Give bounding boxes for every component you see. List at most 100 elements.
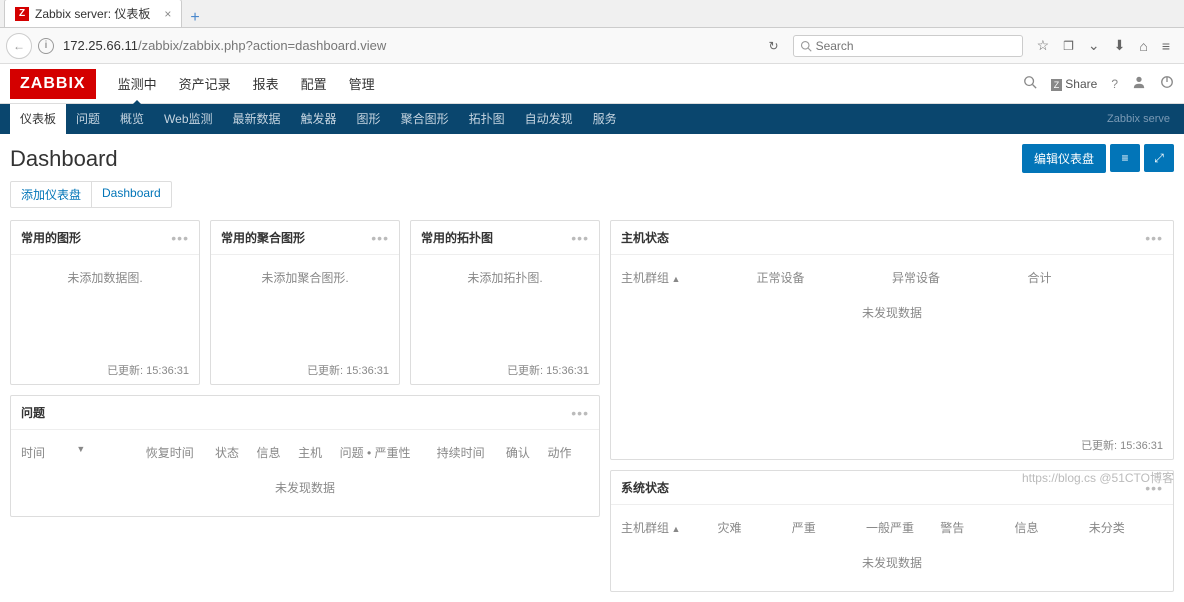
star-icon[interactable]: ☆	[1037, 37, 1050, 54]
col-problem[interactable]: 问题 • 严重性	[340, 444, 437, 461]
col-recovery[interactable]: 恢复时间	[146, 444, 215, 461]
col-warning[interactable]: 警告	[940, 519, 1014, 536]
widget-menu-icon[interactable]: •••	[1145, 230, 1163, 246]
subnav-services[interactable]: 服务	[583, 104, 627, 134]
user-icon[interactable]	[1132, 75, 1146, 92]
list-view-button[interactable]: ≡	[1110, 144, 1140, 172]
widget-title: 问题	[21, 404, 45, 421]
widget-screens: 常用的聚合图形 ••• 未添加聚合图形. 已更新: 15:36:31	[210, 220, 400, 385]
host-status-header: 主机群组 正常设备 异常设备 合计	[621, 265, 1163, 294]
widget-title: 常用的图形	[21, 229, 81, 246]
col-information[interactable]: 信息	[1015, 519, 1089, 536]
refresh-button[interactable]: ↻	[761, 39, 787, 53]
zabbix-logo[interactable]: ZABBIX	[10, 69, 96, 99]
col-total[interactable]: 合计	[1028, 269, 1164, 286]
download-icon[interactable]: ⬇	[1114, 37, 1126, 54]
widget-updated: 已更新: 15:36:31	[611, 431, 1173, 459]
nav-administration[interactable]: 管理	[347, 62, 377, 105]
library-icon[interactable]: ❐	[1063, 39, 1074, 53]
col-not-classified[interactable]: 未分类	[1089, 519, 1163, 536]
col-average[interactable]: 一般严重	[866, 519, 940, 536]
nav-reports[interactable]: 报表	[251, 62, 281, 105]
widget-empty: 未添加聚合图形.	[211, 255, 399, 296]
widget-system-status: 系统状态 ••• 主机群组 灾难 严重 一般严重 警告 信息 未分类 未发现数据	[610, 470, 1174, 592]
col-info[interactable]: 信息	[257, 444, 299, 461]
browser-search-input[interactable]	[816, 39, 1016, 53]
widget-updated: 已更新: 15:36:31	[11, 356, 199, 384]
col-time[interactable]: 时间	[21, 444, 76, 461]
subnav-dashboard[interactable]: 仪表板	[10, 104, 66, 134]
url-bar: ← i 172.25.66.11/zabbix/zabbix.php?actio…	[0, 28, 1184, 64]
browser-toolbar: ☆ ❐ ⌄ ⬇ ⌂ ≡	[1029, 37, 1178, 54]
page-title-row: Dashboard 编辑仪表盘 ≡ ⤢	[10, 144, 1174, 173]
subnav-latest[interactable]: 最新数据	[223, 104, 291, 134]
col-disaster[interactable]: 灾难	[718, 519, 792, 536]
tab-title: Zabbix server: 仪表板	[35, 5, 150, 22]
browser-search-box[interactable]	[793, 35, 1023, 57]
widget-title: 常用的聚合图形	[221, 229, 305, 246]
subnav-problems[interactable]: 问题	[66, 104, 110, 134]
menu-icon[interactable]: ≡	[1162, 38, 1170, 54]
col-without-problems[interactable]: 正常设备	[757, 269, 893, 286]
breadcrumb-current[interactable]: Dashboard	[91, 182, 171, 207]
logout-icon[interactable]	[1160, 75, 1174, 92]
widget-title: 系统状态	[621, 479, 669, 496]
col-actions[interactable]: 动作	[547, 444, 589, 461]
header-search-icon[interactable]	[1023, 75, 1037, 92]
app-header: ZABBIX 监测中 资产记录 报表 配置 管理 ZShare ?	[0, 64, 1184, 104]
widget-menu-icon[interactable]: •••	[171, 230, 189, 246]
problems-nodata: 未发现数据	[21, 469, 589, 506]
col-hostgroup[interactable]: 主机群组	[621, 519, 718, 536]
share-button[interactable]: ZShare	[1051, 77, 1098, 91]
page-title: Dashboard	[10, 146, 118, 172]
col-status[interactable]: 状态	[215, 444, 257, 461]
nav-monitoring[interactable]: 监测中	[116, 62, 159, 105]
widget-title: 常用的拓扑图	[421, 229, 493, 246]
col-host[interactable]: 主机	[298, 444, 340, 461]
widget-title: 主机状态	[621, 229, 669, 246]
nav-inventory[interactable]: 资产记录	[177, 62, 233, 105]
sub-nav: 仪表板 问题 概览 Web监测 最新数据 触发器 图形 聚合图形 拓扑图 自动发…	[0, 104, 1184, 134]
col-ack[interactable]: 确认	[506, 444, 548, 461]
nav-configuration[interactable]: 配置	[299, 62, 329, 105]
subnav-screens[interactable]: 聚合图形	[391, 104, 459, 134]
subnav-maps[interactable]: 拓扑图	[459, 104, 515, 134]
edit-dashboard-button[interactable]: 编辑仪表盘	[1022, 144, 1106, 173]
col-duration[interactable]: 持续时间	[437, 444, 506, 461]
close-icon[interactable]: ×	[164, 7, 171, 21]
widget-menu-icon[interactable]: •••	[371, 230, 389, 246]
breadcrumb: 添加仪表盘 Dashboard	[10, 181, 172, 208]
widget-menu-icon[interactable]: •••	[571, 230, 589, 246]
back-button[interactable]: ←	[6, 33, 32, 59]
subnav-graphs[interactable]: 图形	[347, 104, 391, 134]
fullscreen-button[interactable]: ⤢	[1144, 144, 1174, 172]
widget-problems: 问题••• 时间▼ 恢复时间 状态 信息 主机 问题 • 严重性 持续时间 确认…	[10, 395, 600, 517]
help-button[interactable]: ?	[1111, 77, 1118, 91]
col-high[interactable]: 严重	[792, 519, 866, 536]
subnav-discovery[interactable]: 自动发现	[515, 104, 583, 134]
col-with-problems[interactable]: 异常设备	[892, 269, 1028, 286]
col-hostgroup[interactable]: 主机群组	[621, 269, 757, 286]
widget-empty: 未添加拓扑图.	[411, 255, 599, 296]
breadcrumb-add[interactable]: 添加仪表盘	[11, 182, 91, 207]
zabbix-favicon: Z	[15, 7, 29, 21]
address-bar[interactable]: 172.25.66.11/zabbix/zabbix.php?action=da…	[60, 35, 755, 56]
widget-menu-icon[interactable]: •••	[1145, 480, 1163, 496]
widget-empty: 未添加数据图.	[11, 255, 199, 296]
home-icon[interactable]: ⌂	[1139, 38, 1147, 54]
header-actions: ZShare ?	[1023, 75, 1174, 92]
search-icon	[800, 40, 812, 52]
browser-tab[interactable]: Z Zabbix server: 仪表板 ×	[4, 0, 182, 27]
widget-updated: 已更新: 15:36:31	[211, 356, 399, 384]
subnav-servername: Zabbix serve	[1107, 113, 1174, 125]
subnav-triggers[interactable]: 触发器	[291, 104, 347, 134]
subnav-overview[interactable]: 概览	[110, 104, 154, 134]
widget-graphs: 常用的图形 ••• 未添加数据图. 已更新: 15:36:31	[10, 220, 200, 385]
widget-maps: 常用的拓扑图••• 未添加拓扑图. 已更新: 15:36:31	[410, 220, 600, 385]
widget-menu-icon[interactable]: •••	[571, 405, 589, 421]
pocket-icon[interactable]: ⌄	[1088, 37, 1100, 54]
subnav-web[interactable]: Web监测	[154, 104, 222, 134]
site-info-icon[interactable]: i	[38, 38, 54, 54]
new-tab-button[interactable]: +	[182, 9, 207, 27]
system-status-nodata: 未发现数据	[621, 544, 1163, 581]
